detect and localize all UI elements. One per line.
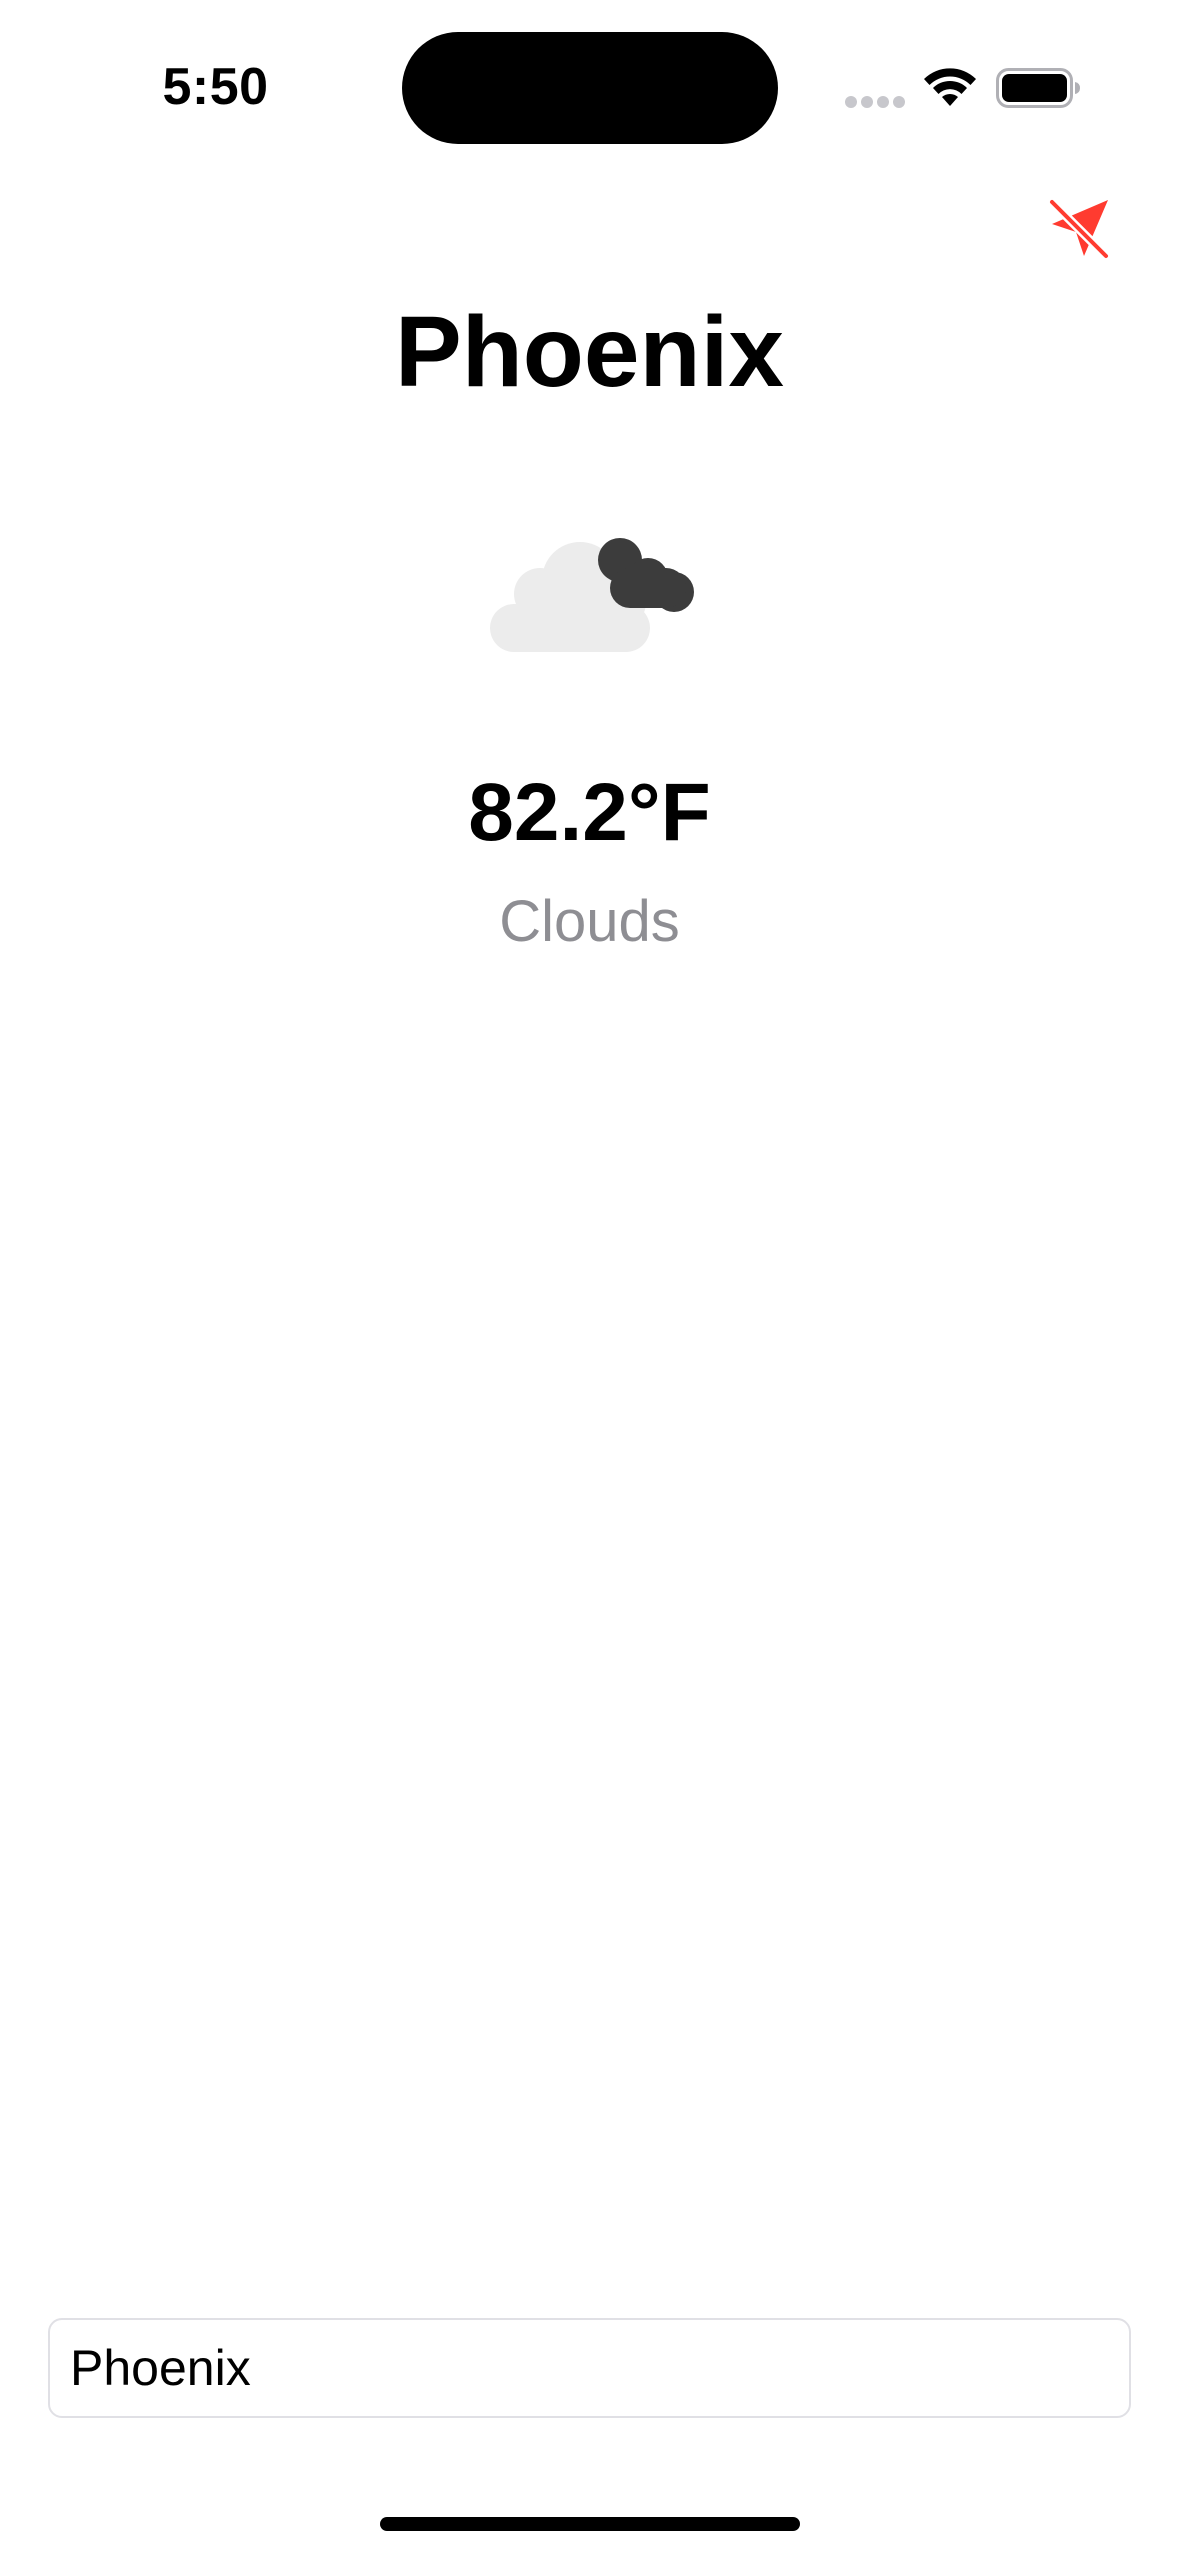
temperature-value: 82.2°F [468,767,711,858]
location-slash-icon [1047,197,1111,261]
weather-condition: Clouds [499,889,680,954]
dynamic-island [402,32,778,144]
home-indicator[interactable] [380,2517,800,2531]
city-title: Phoenix [395,296,784,408]
location-toggle-button[interactable] [1038,188,1120,270]
status-bar-time: 5:50 [162,58,269,116]
signal-dots-icon [845,96,907,108]
clouds-icon [480,512,710,672]
battery-icon [996,68,1082,108]
wifi-icon [922,66,978,110]
city-search-input[interactable] [48,2318,1131,2418]
